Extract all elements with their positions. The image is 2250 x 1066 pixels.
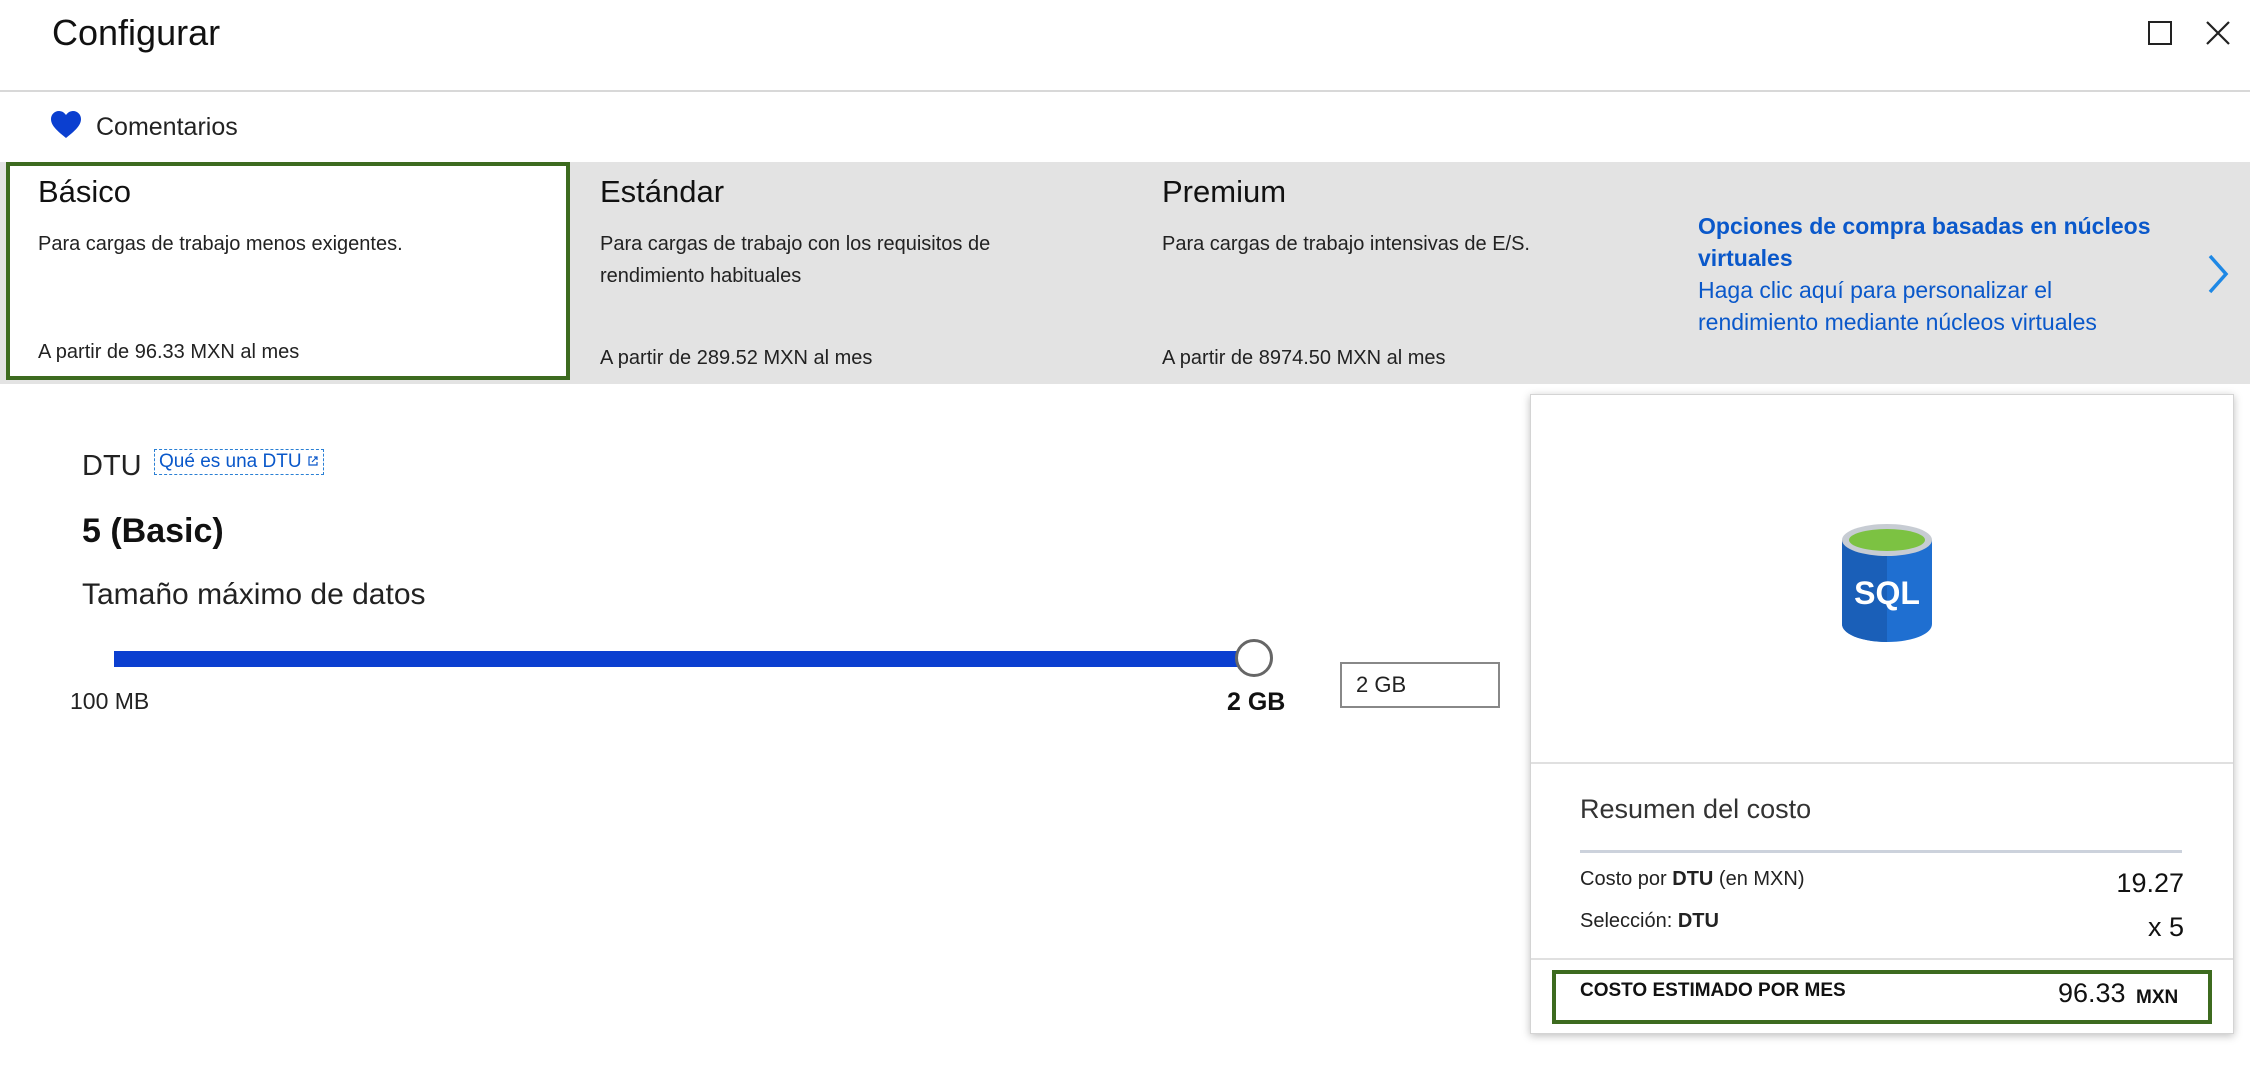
tier-standard[interactable]: Estándar Para cargas de trabajo con los … bbox=[570, 162, 1130, 384]
dtu-help-link[interactable]: Qué es una DTU bbox=[154, 449, 324, 475]
tier-description: Para cargas de trabajo con los requisito… bbox=[600, 233, 991, 287]
maximize-icon[interactable] bbox=[2145, 18, 2175, 48]
tier-name: Premium bbox=[1162, 174, 1287, 209]
label-suffix: (en MXN) bbox=[1713, 868, 1805, 890]
tier-premium[interactable]: Premium Para cargas de trabajo intensiva… bbox=[1132, 162, 1672, 384]
external-link-icon bbox=[307, 451, 319, 472]
vcore-description[interactable]: Haga clic aquí para personalizar el rend… bbox=[1698, 274, 2168, 338]
dtu-label: DTU bbox=[82, 450, 142, 482]
total-cost-label: COSTO ESTIMADO POR MES bbox=[1580, 980, 1846, 1001]
label-prefix: Selección: bbox=[1580, 910, 1678, 932]
tier-price: A partir de 289.52 MXN al mes bbox=[600, 347, 873, 369]
total-cost-value: 96.33 bbox=[2058, 978, 2126, 1008]
tier-price: A partir de 8974.50 MXN al mes bbox=[1162, 347, 1446, 369]
page-title: Configurar bbox=[52, 12, 221, 53]
max-size-label: Tamaño máximo de datos bbox=[82, 578, 426, 611]
selection-value: x 5 bbox=[2147, 912, 2184, 942]
max-size-slider-thumb[interactable] bbox=[1235, 639, 1273, 677]
panel-divider bbox=[1531, 762, 2233, 764]
tier-basic[interactable]: Básico Para cargas de trabajo menos exig… bbox=[6, 162, 570, 380]
slider-min-label: 100 MB bbox=[70, 688, 150, 714]
cost-summary-title: Resumen del costo bbox=[1580, 794, 1812, 824]
total-cost-currency: MXN bbox=[2136, 987, 2179, 1008]
max-size-input[interactable] bbox=[1340, 662, 1500, 708]
close-icon[interactable] bbox=[2203, 18, 2233, 48]
tier-name: Básico bbox=[38, 174, 132, 209]
cost-per-dtu-value: 19.27 bbox=[2116, 868, 2184, 898]
panel-divider bbox=[1531, 958, 2233, 960]
slider-max-label: 2 GB bbox=[1227, 688, 1286, 716]
header-divider bbox=[0, 90, 2250, 92]
vcore-options-link[interactable]: Opciones de compra basadas en núcleos vi… bbox=[1698, 210, 2168, 338]
feedback-button[interactable]: Comentarios bbox=[50, 110, 238, 145]
feedback-label: Comentarios bbox=[96, 113, 238, 141]
label-bold: DTU bbox=[1672, 868, 1714, 890]
tier-price: A partir de 96.33 MXN al mes bbox=[38, 341, 300, 363]
summary-divider bbox=[1580, 850, 2182, 853]
chevron-right-icon[interactable] bbox=[2204, 252, 2232, 296]
max-size-slider-track[interactable] bbox=[114, 651, 1254, 667]
tier-description: Para cargas de trabajo intensivas de E/S… bbox=[1162, 233, 1530, 255]
heart-icon bbox=[50, 110, 82, 145]
cost-summary-panel bbox=[1530, 394, 2234, 1034]
dtu-value: 5 (Basic) bbox=[82, 512, 224, 550]
sql-icon-text: SQL bbox=[1854, 575, 1920, 611]
selection-label: Selección: DTU bbox=[1580, 910, 1719, 933]
cost-per-dtu-label: Costo por DTU (en MXN) bbox=[1580, 868, 1805, 891]
label-bold: DTU bbox=[1677, 910, 1719, 932]
label-prefix: Costo por bbox=[1580, 868, 1673, 890]
vcore-title[interactable]: Opciones de compra basadas en núcleos vi… bbox=[1698, 210, 2168, 274]
tier-name: Estándar bbox=[600, 174, 725, 209]
tier-description: Para cargas de trabajo menos exigentes. bbox=[38, 233, 403, 255]
dtu-help-link-text[interactable]: Qué es una DTU bbox=[159, 451, 302, 472]
sql-database-icon: SQL bbox=[1838, 520, 1936, 644]
